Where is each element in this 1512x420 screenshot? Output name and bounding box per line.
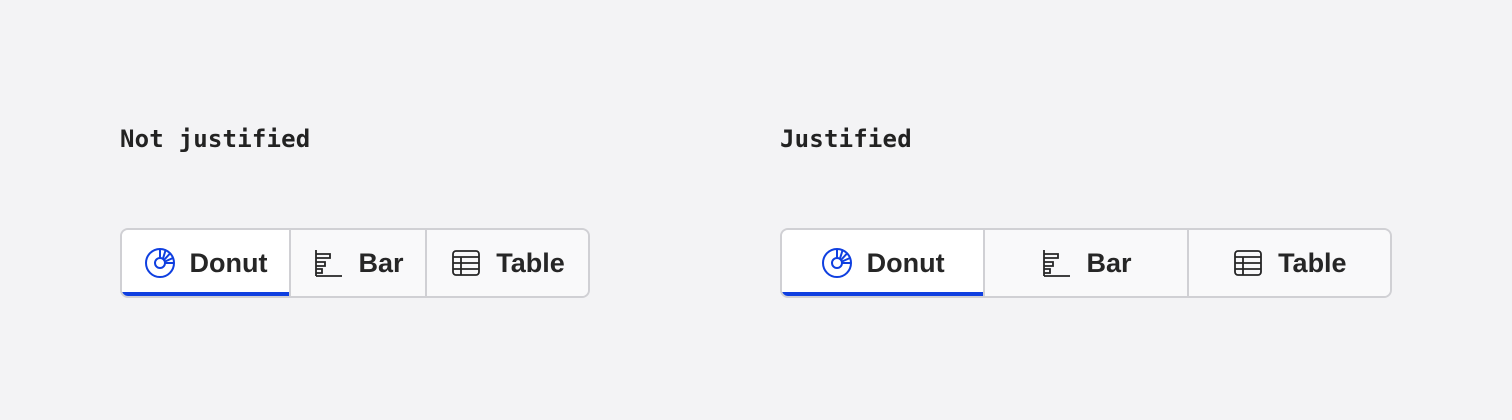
tab-bar-chart[interactable]: Bar	[289, 230, 425, 296]
tab-bar-chart[interactable]: Bar	[983, 230, 1187, 296]
tab-table[interactable]: Table	[1186, 230, 1390, 296]
table-icon	[1232, 247, 1264, 279]
tab-table[interactable]: Table	[425, 230, 588, 296]
donut-chart-icon	[144, 247, 176, 279]
tab-label: Donut	[866, 247, 945, 278]
tab-bar: Donut Bar Table	[120, 228, 590, 298]
tab-bar: Donut Bar Table	[780, 228, 1392, 298]
tab-donut[interactable]: Donut	[782, 230, 984, 296]
tab-label: Donut	[189, 247, 268, 278]
bar-chart-icon	[1040, 247, 1072, 279]
tab-label: Table	[1278, 247, 1347, 278]
section-heading: Justified	[780, 125, 912, 153]
bar-chart-icon	[312, 247, 344, 279]
tab-donut[interactable]: Donut	[122, 230, 289, 296]
donut-chart-icon	[821, 247, 853, 279]
tab-label: Bar	[358, 247, 404, 278]
tab-label: Table	[496, 247, 565, 278]
section-heading: Not justified	[120, 125, 311, 153]
table-icon	[450, 247, 482, 279]
tab-label: Bar	[1086, 247, 1132, 278]
